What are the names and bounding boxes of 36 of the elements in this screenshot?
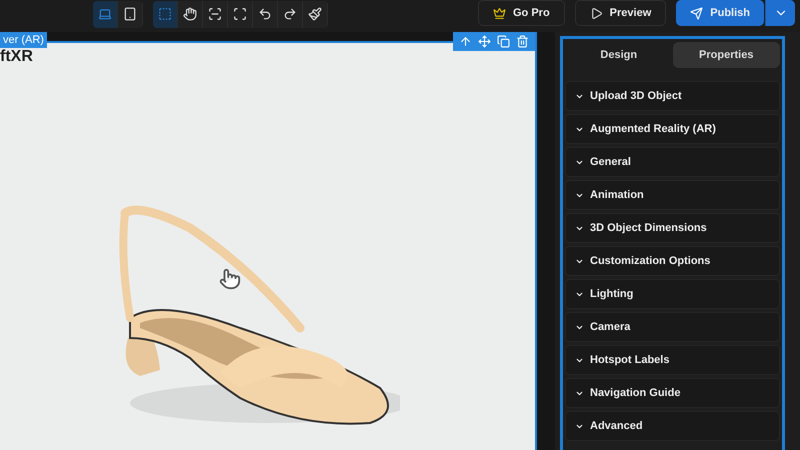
widget-label: ver (AR) xyxy=(0,32,47,48)
accordion-section[interactable]: Augmented Reality (AR) xyxy=(565,114,780,144)
pro-button[interactable]: Go Pro xyxy=(478,0,565,26)
trash-icon[interactable] xyxy=(516,35,529,48)
preview-button[interactable]: Preview xyxy=(574,0,666,26)
accordion-section[interactable]: Hotspot Labels xyxy=(565,345,780,375)
laptop-view-button[interactable] xyxy=(93,0,118,28)
brush-icon xyxy=(308,7,322,21)
accordion-section[interactable]: 3D Object Dimensions xyxy=(565,213,780,243)
accordion-section[interactable]: Advanced xyxy=(565,411,780,441)
hand-cursor-icon xyxy=(219,268,241,290)
crown-icon xyxy=(493,6,506,20)
move-icon[interactable] xyxy=(478,35,491,48)
panel-tab[interactable]: Properties xyxy=(672,42,780,68)
hand-icon xyxy=(183,7,197,21)
accordion-section[interactable]: Customization Options xyxy=(565,246,780,276)
laptop-icon xyxy=(98,7,112,21)
fullscreen-icon xyxy=(233,7,247,21)
publish-button[interactable]: Publish xyxy=(676,0,764,26)
accordion-section[interactable]: Camera xyxy=(565,312,780,342)
select-icon xyxy=(158,7,172,21)
heading: ftXR xyxy=(0,48,33,66)
accordion-section[interactable]: Lighting xyxy=(565,279,780,309)
arrow-up-icon[interactable] xyxy=(459,35,472,48)
fit-icon xyxy=(208,7,222,21)
accordion-section[interactable]: General xyxy=(565,147,780,177)
accordion-section[interactable]: Upload 3D Object xyxy=(565,81,780,111)
undo-icon xyxy=(258,7,272,21)
send-icon xyxy=(690,6,704,20)
panel-tab[interactable]: Design xyxy=(565,42,672,68)
redo-icon xyxy=(283,7,297,21)
copy-icon[interactable] xyxy=(497,35,510,48)
accordion-section[interactable]: Navigation Guide xyxy=(565,378,780,408)
accordion-section[interactable]: Animation xyxy=(565,180,780,210)
tablet-icon xyxy=(123,7,137,21)
play-icon xyxy=(590,6,603,20)
